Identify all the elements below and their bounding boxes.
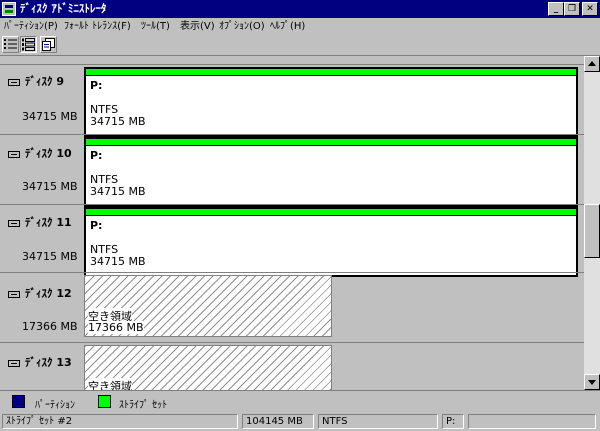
disk-configuration-pane[interactable]: ﾃﾞｨｽｸ 9 34715 MB P: NTFS 34715 MB ﾃﾞｨｽｸ … — [0, 56, 584, 390]
disk-separator — [0, 204, 584, 205]
partition-box[interactable]: P: NTFS 34715 MB — [84, 207, 578, 277]
disk-name: ﾃﾞｨｽｸ 9 — [25, 75, 64, 88]
legend-stripe-set-swatch — [98, 395, 111, 408]
disk-size: 17366 MB — [22, 320, 78, 333]
toolbar — [0, 35, 600, 56]
partition-drive-letter: P: — [90, 149, 103, 162]
volumes-view-button[interactable] — [2, 36, 19, 53]
status-selection: ｽﾄﾗｲﾌﾟ ｾｯﾄ #2 — [2, 414, 238, 429]
hard-disk-icon — [8, 219, 20, 227]
legend-stripe-set-label: ｽﾄﾗｲﾌﾟ ｾｯﾄ — [119, 400, 168, 411]
arrow-down-icon — [588, 380, 596, 385]
legend-bar: ﾊﾟｰﾃｨｼｮﾝ ｽﾄﾗｲﾌﾟ ｾｯﾄ — [0, 390, 600, 413]
legend-partition-label: ﾊﾟｰﾃｨｼｮﾝ — [35, 400, 75, 411]
disk-name: ﾃﾞｨｽｸ 10 — [25, 147, 72, 160]
disk-administrator-icon[interactable] — [2, 2, 16, 16]
volumes-view-icon — [4, 39, 17, 49]
properties-icon — [42, 38, 55, 51]
free-space-box[interactable]: 空き領域 17366 MB — [84, 275, 332, 337]
minimize-button[interactable]: _ — [548, 2, 564, 16]
stripe-set-bar — [86, 139, 576, 146]
stripe-set-bar — [86, 209, 576, 216]
disk-label[interactable]: ﾃﾞｨｽｸ 10 — [8, 145, 72, 161]
menu-tools[interactable]: ﾂｰﾙ(T) — [141, 20, 170, 33]
partition-drive-letter: P: — [90, 219, 103, 232]
disk-separator — [0, 272, 584, 273]
status-extra — [468, 414, 596, 429]
partition-size: 34715 MB — [90, 185, 146, 198]
partition-drive-letter: P: — [90, 79, 103, 92]
disk-label[interactable]: ﾃﾞｨｽｸ 13 — [8, 354, 72, 370]
menu-options[interactable]: ｵﾌﾟｼｮﾝ(O) — [219, 20, 265, 33]
hard-disk-icon — [8, 150, 20, 158]
free-space-label: 空き領域 — [88, 378, 132, 390]
vertical-scrollbar[interactable] — [584, 56, 600, 390]
close-button[interactable]: ✕ — [582, 2, 598, 16]
scroll-down-button[interactable] — [584, 374, 600, 390]
legend-partition-swatch — [12, 395, 25, 408]
disk-name: ﾃﾞｨｽｸ 12 — [25, 287, 72, 300]
disk-label[interactable]: ﾃﾞｨｽｸ 9 — [8, 73, 64, 89]
disk-separator — [0, 342, 584, 343]
disk-label[interactable]: ﾃﾞｨｽｸ 11 — [8, 214, 72, 230]
partition-box[interactable]: P: NTFS 34715 MB — [84, 67, 578, 137]
partition-size: 34715 MB — [90, 255, 146, 268]
disk-configuration-view-button[interactable] — [20, 36, 37, 53]
window-title: ﾃﾞｨｽｸ ｱﾄﾞﾐﾆｽﾄﾚｰﾀ — [20, 2, 107, 15]
menu-help[interactable]: ﾍﾙﾌﾟ(H) — [270, 20, 305, 33]
menu-fault-tolerance[interactable]: ﾌｫｰﾙﾄ ﾄﾚﾗﾝｽ(F) — [64, 20, 131, 33]
properties-button[interactable] — [40, 36, 57, 53]
disk-size: 34715 MB — [22, 110, 78, 123]
disk-name: ﾃﾞｨｽｸ 13 — [25, 356, 72, 369]
partition-box[interactable]: P: NTFS 34715 MB — [84, 137, 578, 207]
disk-size: 34715 MB — [22, 180, 78, 193]
disk-label[interactable]: ﾃﾞｨｽｸ 12 — [8, 285, 72, 301]
disk-size: 34715 MB — [22, 250, 78, 263]
partition-size: 34715 MB — [90, 115, 146, 128]
hard-disk-icon — [8, 290, 20, 298]
status-size: 104145 MB — [242, 414, 314, 429]
title-bar[interactable]: ﾃﾞｨｽｸ ｱﾄﾞﾐﾆｽﾄﾚｰﾀ _ ❐ ✕ — [0, 0, 600, 18]
scroll-up-button[interactable] — [584, 56, 600, 72]
disk-separator — [0, 64, 584, 65]
menu-partition[interactable]: ﾊﾟｰﾃｨｼｮﾝ(P) — [4, 20, 58, 33]
hard-disk-icon — [8, 359, 20, 367]
status-bar: ｽﾄﾗｲﾌﾟ ｾｯﾄ #2 104145 MB NTFS P: — [0, 412, 600, 431]
menu-bar: ﾊﾟｰﾃｨｼｮﾝ(P) ﾌｫｰﾙﾄ ﾄﾚﾗﾝｽ(F) ﾂｰﾙ(T) 表示(V) … — [0, 18, 600, 35]
scroll-thumb[interactable] — [584, 204, 600, 258]
disk-name: ﾃﾞｨｽｸ 11 — [25, 216, 72, 229]
status-filesystem: NTFS — [318, 414, 438, 429]
disk-configuration-view-icon — [22, 38, 35, 51]
restore-button[interactable]: ❐ — [564, 2, 580, 16]
free-space-box[interactable]: 空き領域 — [84, 345, 332, 390]
stripe-set-bar — [86, 69, 576, 76]
hard-disk-icon — [8, 78, 20, 86]
arrow-up-icon — [588, 61, 596, 66]
menu-view[interactable]: 表示(V) — [180, 20, 215, 33]
disk-separator — [0, 134, 584, 135]
status-drive-letter: P: — [442, 414, 464, 429]
free-space-size: 17366 MB — [88, 321, 144, 334]
